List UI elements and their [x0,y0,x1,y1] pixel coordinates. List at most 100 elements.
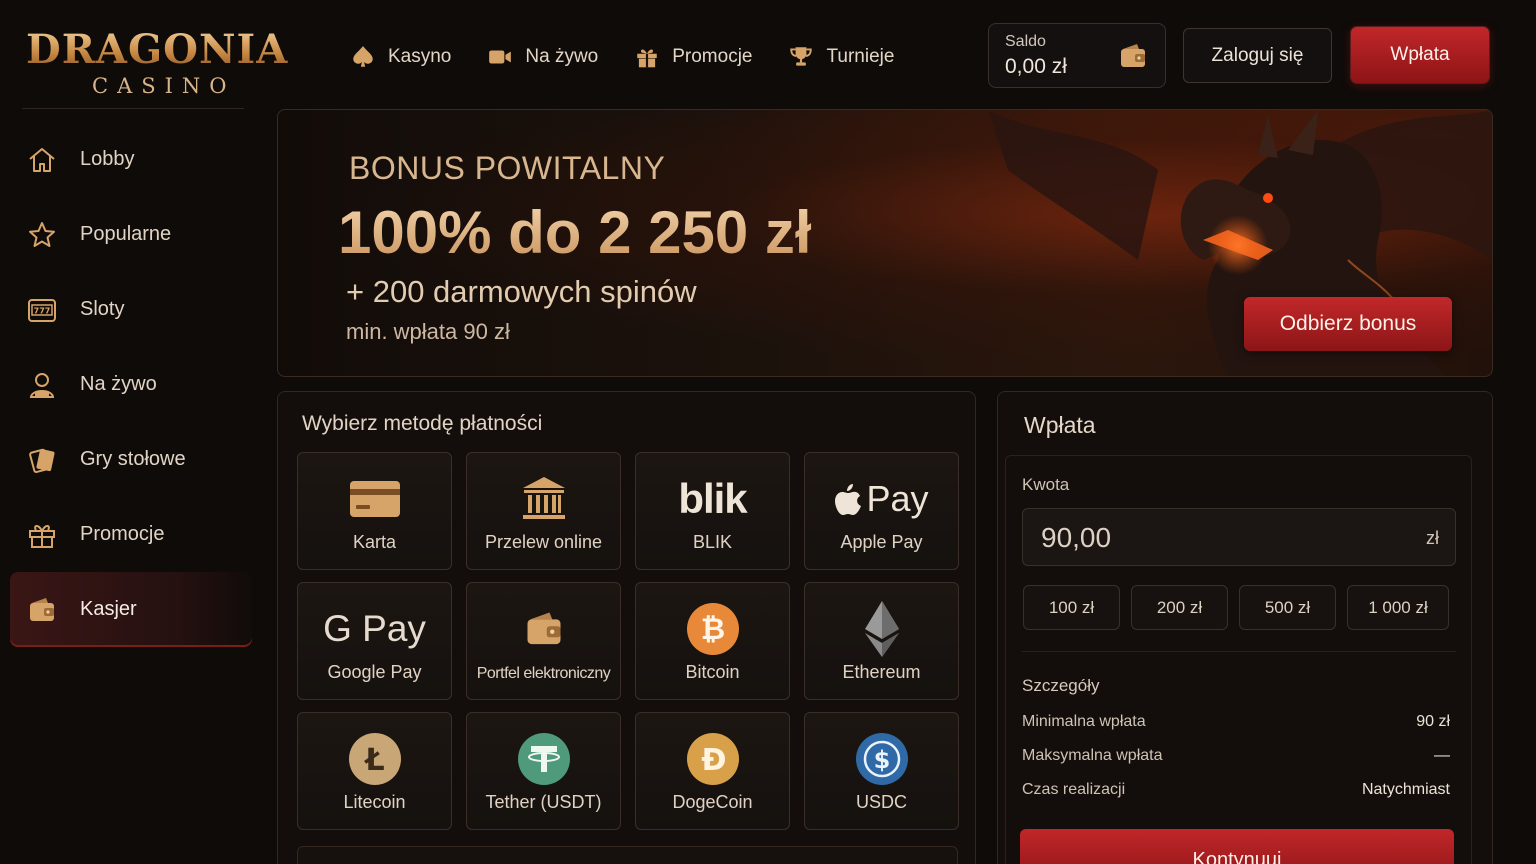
detail-value: 90 zł [1416,713,1450,730]
apple-pay-logo-icon [835,484,862,515]
camera-icon [489,50,512,64]
quick-amounts: 100 zł 200 zł 500 zł 1 000 zł [1023,585,1449,630]
slot-machine-icon: 777 [28,298,56,322]
payment-method-e-wallet[interactable]: Portfel elektroniczny [466,582,621,700]
nav-label: Na żywo [525,46,599,67]
deposit-title: Wpłata [1024,412,1096,438]
detail-label: Czas realizacji [1022,781,1126,798]
payment-method-label: Tether (USDT) [485,792,602,812]
amount-value: 90,00 [1041,522,1112,553]
gift-icon [637,49,657,68]
sidebar-item-gry-stolowe[interactable]: Gry stołowe [10,422,252,497]
payment-method-label: Apple Pay [840,532,923,552]
detail-label: Minimalna wpłata [1022,713,1146,730]
payment-method-ethereum[interactable]: Ethereum [804,582,959,700]
logo-main-text: DRAGONIA [26,26,289,73]
top-navigation: Kasyno Na żywo Promocje Turnieje [350,38,894,76]
quick-amount-100[interactable]: 100 zł [1023,585,1120,630]
star-icon [29,221,55,247]
payment-method-label: Google Pay [327,662,422,682]
payment-method-label: Portfel elektroniczny [476,665,611,682]
detail-value: Natychmiast [1361,781,1450,798]
trophy-icon [790,47,813,66]
bank-icon [522,477,565,519]
nav-item-na-zywo[interactable]: Na żywo [487,44,598,70]
balance-value: 0,00 zł [1005,55,1067,78]
ethereum-icon [864,601,899,657]
svg-text:₿: ₿ [700,612,724,647]
sidebar-item-label: Promocje [80,523,165,545]
payment-method-bitcoin[interactable]: ₿ Bitcoin [635,582,790,700]
payment-method-apple-pay[interactable]: Pay Apple Pay [804,452,959,570]
sidebar-item-label: Sloty [80,298,125,320]
payment-method-usdc[interactable]: $ USDC [804,712,959,830]
wallet-icon [30,597,54,621]
detail-row-min: Minimalna wpłata 90 zł [1022,713,1450,731]
currency-suffix: zł [1426,528,1439,548]
banner-free-spins: + 200 darmowych spinów [346,274,697,309]
payment-methods-panel: Wybierz metodę płatności Karta Przelew o… [277,391,976,864]
detail-label: Maksymalna wpłata [1022,747,1163,764]
card-icon [349,481,400,517]
nav-label: Kasyno [388,46,452,67]
payment-method-dogecoin[interactable]: Ð DogeCoin [635,712,790,830]
sidebar-item-sloty[interactable]: 777 Sloty [10,272,252,347]
payment-method-label: Karta [352,532,397,552]
litecoin-icon: Ł [348,733,401,785]
payment-method-litecoin[interactable]: Ł Litecoin [297,712,452,830]
payment-method-label: Ethereum [842,662,921,682]
svg-text:Ł: Ł [363,743,384,778]
payment-method-karta[interactable]: Karta [297,452,452,570]
payment-method-google-pay[interactable]: G Pay Google Pay [297,582,452,700]
banner-title: BONUS POWITALNY [349,150,666,186]
payment-method-tether[interactable]: Tether (USDT) [466,712,621,830]
bitcoin-icon: ₿ [686,603,739,655]
payment-methods-grid: Karta Przelew online blik BLIK Pay Apple… [297,452,959,830]
claim-bonus-button[interactable]: Odbierz bonus [1244,297,1452,351]
payment-methods-title: Wybierz metodę płatności [302,412,543,435]
sidebar-item-lobby[interactable]: Lobby [10,122,252,197]
sidebar: Lobby Popularne 777 Sloty Na żywo Gry st… [10,122,252,647]
home-icon [29,147,55,172]
banner-min-deposit: min. wpłata 90 zł [346,319,510,344]
sidebar-item-na-zywo[interactable]: Na żywo [10,347,252,422]
sidebar-item-popularne[interactable]: Popularne [10,197,252,272]
sidebar-item-label: Na żywo [80,373,157,395]
nav-item-promocje[interactable]: Promocje [634,44,752,70]
deposit-header-button[interactable]: Wpłata [1351,27,1489,83]
gift-icon [29,524,55,548]
payment-method-label: Litecoin [343,792,406,812]
sidebar-item-kasjer[interactable]: Kasjer [10,572,252,647]
payment-method-label: BLIK [692,532,733,552]
sidebar-item-promocje[interactable]: Promocje [10,497,252,572]
details-divider [1022,651,1456,652]
logo-divider [22,108,244,109]
nav-item-turnieje[interactable]: Turnieje [788,44,894,70]
balance-label: Saldo [1005,33,1046,50]
amount-input[interactable]: 90,00 zł [1022,508,1456,566]
dogecoin-icon: Ð [686,733,739,785]
sidebar-item-label: Gry stołowe [80,448,186,470]
amount-label: Kwota [1022,475,1070,494]
quick-amount-1000[interactable]: 1 000 zł [1347,585,1449,630]
continue-button[interactable]: Kontynuuj [1020,829,1454,864]
payment-method-label: USDC [855,792,907,812]
login-button[interactable]: Zaloguj się [1183,28,1332,83]
deposit-panel: Wpłata Kwota 90,00 zł 100 zł 200 zł 500 … [997,391,1493,864]
sidebar-item-label: Popularne [80,223,172,245]
apple-pay-wordmark: Pay [866,478,929,519]
logo-sub-text: CASINO [92,74,236,98]
live-dealer-icon [29,372,55,398]
balance-box[interactable]: Saldo 0,00 zł [988,23,1166,88]
payment-method-blik[interactable]: blik BLIK [635,452,790,570]
svg-text:777: 777 [34,306,51,315]
quick-amount-200[interactable]: 200 zł [1131,585,1228,630]
usdc-icon: $ [855,733,908,785]
quick-amount-500[interactable]: 500 zł [1239,585,1336,630]
sidebar-item-label: Lobby [80,148,135,170]
banner-headline: 100% do 2 250 zł [338,199,812,266]
nav-item-kasyno[interactable]: Kasyno [350,44,451,70]
payment-method-przelew[interactable]: Przelew online [466,452,621,570]
tether-icon [517,733,570,785]
casino-logo[interactable]: DRAGONIA CASINO [22,18,287,108]
